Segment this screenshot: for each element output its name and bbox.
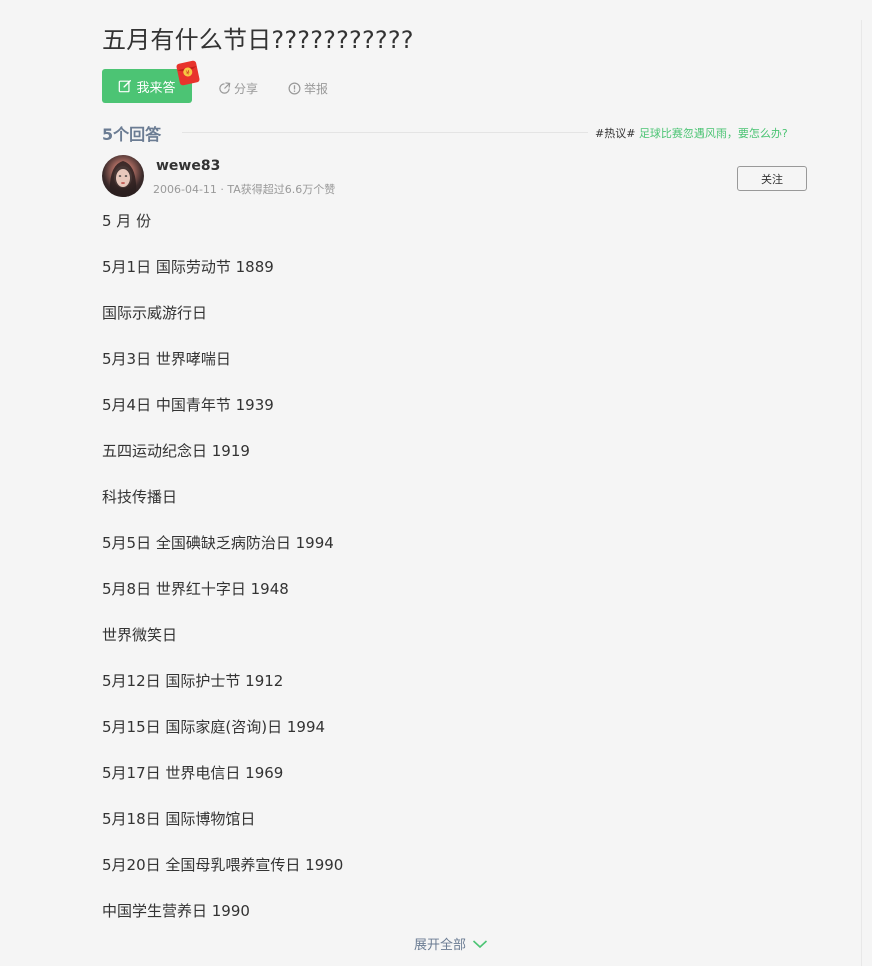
answer-line: 5月18日 国际博物馆日 <box>102 810 256 828</box>
right-divider <box>861 20 862 966</box>
share-label: 分享 <box>234 82 259 96</box>
share-link[interactable]: 分享 <box>218 80 258 97</box>
answer-meta: 2006-04-11 · TA获得超过6.6万个赞 <box>153 183 336 196</box>
answers-count: 5个回答 <box>102 125 162 144</box>
share-icon <box>219 82 231 94</box>
answer-line: 5月1日 国际劳动节 1889 <box>102 258 274 276</box>
report-icon <box>288 82 301 95</box>
answer-line: 科技传播日 <box>102 488 178 506</box>
avatar-image <box>109 161 137 197</box>
report-link[interactable]: 举报 <box>288 80 328 97</box>
expand-all-label: 展开全部 <box>414 938 467 953</box>
answer-line: 5月3日 世界哮喘日 <box>102 350 231 368</box>
header-divider <box>182 132 588 133</box>
answer-button-label: 我来答 <box>136 80 176 96</box>
answer-line: 世界微笑日 <box>102 626 178 644</box>
answer-line: 5月17日 世界电信日 1969 <box>102 764 284 782</box>
answer-line: 5月12日 国际护士节 1912 <box>102 672 284 690</box>
hot-topic-link[interactable]: 足球比赛忽遇风雨，要怎么办? <box>639 127 788 140</box>
answer-line: 5 月 份 <box>102 212 152 230</box>
answer-line: 5月15日 国际家庭(咨询)日 1994 <box>102 718 326 736</box>
author-name[interactable]: wewe83 <box>156 158 220 174</box>
question-page: 五月有什么节日??????????? 我来答 ¥ 分享 举报 5个回答 #热议# <box>0 0 872 966</box>
answer-line: 5月4日 中国青年节 1939 <box>102 396 274 414</box>
edit-icon <box>119 80 132 93</box>
answer-content: 5 月 份 5月1日 国际劳动节 1889 国际示威游行日 5月3日 世界哮喘日… <box>102 210 802 946</box>
report-label: 举报 <box>304 82 329 96</box>
hot-topic-tag: #热议# <box>595 127 636 140</box>
answer-line: 5月8日 世界红十字日 1948 <box>102 580 289 598</box>
hot-topic: #热议# 足球比赛忽遇风雨，要怎么办? <box>595 125 788 141</box>
avatar[interactable] <box>102 155 144 197</box>
chevron-down-icon <box>472 939 488 948</box>
expand-all-button[interactable]: 展开全部 <box>414 934 488 953</box>
question-title: 五月有什么节日??????????? <box>102 26 414 54</box>
answer-line: 5月5日 全国碘缺乏病防治日 1994 <box>102 534 334 552</box>
answer-line: 5月20日 全国母乳喂养宣传日 1990 <box>102 856 344 874</box>
follow-button[interactable]: 关注 <box>737 166 807 191</box>
red-envelope-icon: ¥ <box>176 60 200 86</box>
answer-line: 国际示威游行日 <box>102 304 208 322</box>
answer-line: 五四运动纪念日 1919 <box>102 442 250 460</box>
